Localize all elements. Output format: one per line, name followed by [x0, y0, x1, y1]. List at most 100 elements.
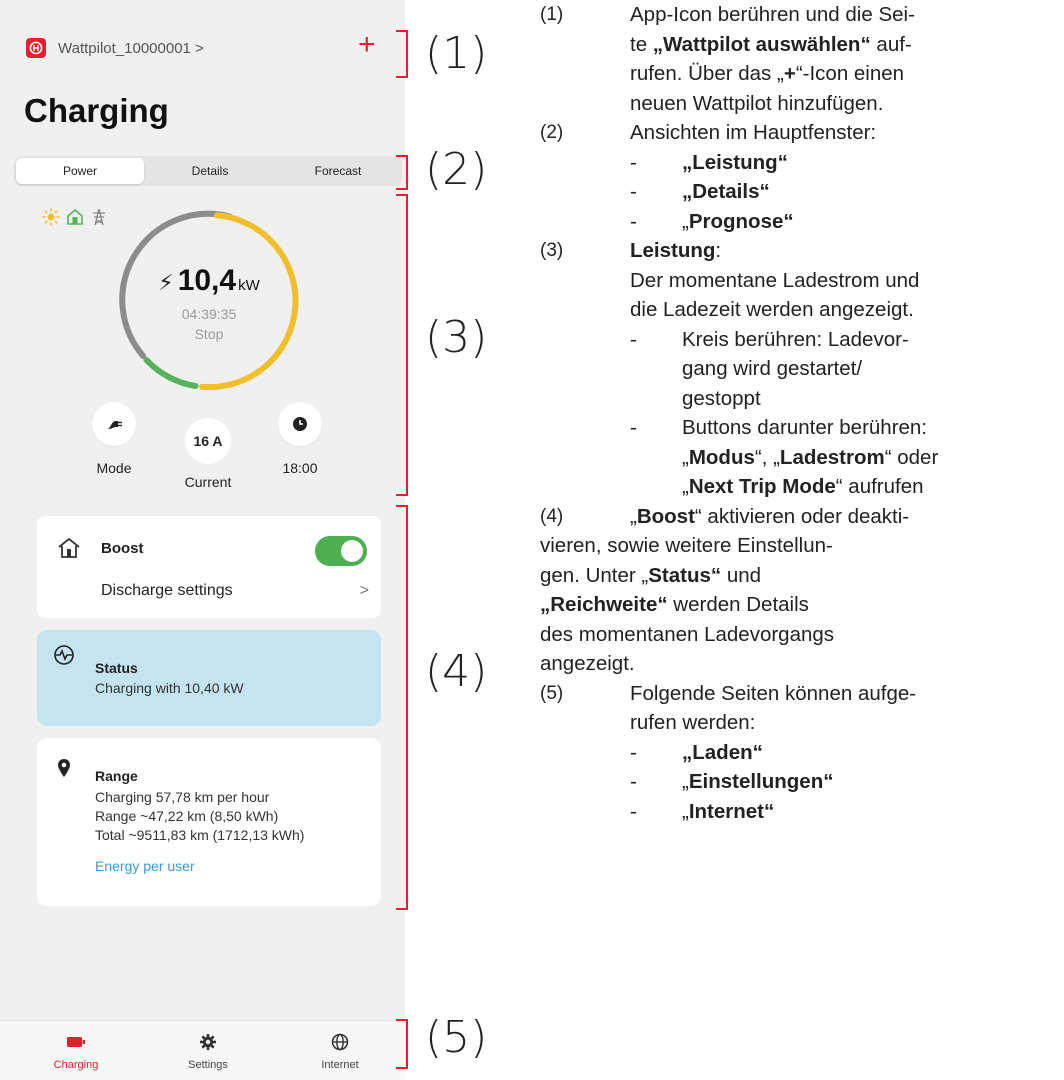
bracket-5	[396, 1019, 408, 1069]
mode-control[interactable]: Mode	[92, 402, 136, 476]
view-tabs: Power Details Forecast	[14, 156, 402, 186]
marker-1: (1)	[425, 28, 488, 79]
boost-title: Boost	[101, 540, 144, 557]
desc-text-2: Ansichten im Hauptfenster: - „Leistung“ -…	[630, 118, 1060, 236]
desc-4-continued: vieren, sowie weitere Einstellun- gen. U…	[540, 531, 1060, 679]
desc-4-boost: Boost	[636, 504, 695, 528]
next-trip-control[interactable]: 18:00	[278, 402, 322, 476]
bolt-icon: ⚡︎	[158, 270, 174, 295]
next-trip-label: 18:00	[282, 460, 318, 476]
globe-icon	[331, 1033, 349, 1051]
boost-home-icon	[58, 537, 80, 558]
clock-icon	[293, 417, 307, 431]
range-total: Total ~9511,83 km (1712,13 kWh)	[95, 827, 305, 843]
desc-4-line-e: des momentanen Ladevorgangs	[540, 622, 835, 646]
desc-4-line-b: vieren, sowie weitere Einstellun-	[540, 534, 833, 557]
nav-charging[interactable]: Charging	[36, 1031, 116, 1071]
power-value: 10,4	[177, 264, 237, 297]
desc-2-li2: „Details“	[682, 180, 770, 203]
desc-text-3: Leistung: Der momentane Ladestrom und	[630, 236, 1060, 295]
bullet: -	[630, 327, 637, 351]
discharge-settings-label: Discharge settings	[101, 582, 233, 599]
q: “ aufrufen	[835, 475, 924, 498]
desc-1-bold: „Wattpilot auswählen“	[652, 32, 871, 56]
tab-details[interactable]: Details	[146, 156, 274, 186]
mode-button[interactable]	[92, 402, 136, 446]
tab-power[interactable]: Power	[16, 158, 144, 184]
device-name[interactable]: Wattpilot_10000001 >	[58, 40, 204, 57]
bracket-2	[396, 155, 408, 190]
marker-3: (3)	[425, 312, 488, 363]
status-card: Status Charging with 10,40 kW	[37, 630, 381, 726]
power-unit: kW	[238, 277, 260, 294]
home-icon	[67, 208, 83, 225]
desc-3-modus: Modus	[688, 445, 755, 469]
stop-label[interactable]: Stop	[118, 326, 300, 342]
range-charging-rate: Charging 57,78 km per hour	[95, 789, 270, 805]
gauge-readout[interactable]: ⚡︎ 10,4 kW 04:39:35 Stop	[118, 264, 300, 342]
desc-1-line-c: rufen. Über das „	[630, 62, 784, 85]
current-button[interactable]: 16 A	[185, 418, 231, 464]
status-pulse-icon	[54, 645, 74, 665]
bullet: -	[630, 209, 637, 233]
phone-screen: Wattpilot_10000001 > + Charging Power De…	[0, 0, 405, 1080]
mode-label: Mode	[96, 460, 132, 476]
q: „	[682, 475, 689, 498]
desc-1-line-b-rest: auf-	[870, 32, 912, 56]
desc-item-2: (2) Ansichten im Hauptfenster: - „Leistun…	[540, 118, 1060, 236]
nav-internet[interactable]: Internet	[300, 1031, 380, 1071]
nav-internet-label: Internet	[321, 1059, 359, 1071]
energy-per-user-link[interactable]: Energy per user	[95, 858, 195, 874]
tab-forecast[interactable]: Forecast	[274, 156, 402, 186]
wattpilot-app-icon[interactable]	[26, 38, 46, 58]
next-trip-button[interactable]	[278, 402, 322, 446]
range-current: Range ~47,22 km (8,50 kWh)	[95, 808, 279, 824]
bullet: -	[630, 740, 637, 764]
battery-icon	[67, 1037, 85, 1047]
desc-3-line-a: Der momentane Ladestrom und	[630, 268, 920, 292]
desc-text-5: Folgende Seiten können aufge- rufen werd…	[630, 679, 1060, 827]
discharge-settings-row[interactable]: Discharge settings >	[101, 582, 369, 600]
desc-4-line-d: werden Details	[667, 593, 809, 616]
desc-5-li3: Internet“	[688, 799, 775, 823]
device-selector[interactable]: Wattpilot_10000001 >	[26, 38, 204, 58]
desc-2-line: Ansichten im Hauptfenster:	[630, 121, 877, 144]
status-text: Charging with 10,40 kW	[95, 680, 244, 696]
boost-toggle[interactable]	[315, 536, 367, 566]
bullet: -	[630, 799, 637, 823]
nav-charging-label: Charging	[53, 1059, 99, 1071]
page-title: Charging	[24, 92, 169, 129]
location-pin-icon	[58, 759, 70, 777]
gauge-arc-green	[143, 357, 199, 389]
desc-number-4: (4)	[540, 505, 564, 527]
desc-3-li2-a: Buttons darunter berühren:	[682, 416, 928, 439]
nav-settings[interactable]: Settings	[168, 1031, 248, 1071]
range-title: Range	[95, 768, 138, 784]
grid-pylon-icon	[93, 208, 105, 226]
q: „	[630, 504, 637, 528]
desc-number-3: (3)	[540, 240, 564, 261]
status-title: Status	[95, 660, 138, 676]
desc-item-1: (1) App-Icon berühren und die Sei- te „W…	[540, 0, 1060, 118]
desc-4-line-c: gen. Unter „	[540, 563, 649, 587]
description-column: (1) App-Icon berühren und die Sei- te „W…	[540, 0, 1060, 826]
desc-item-5: (5) Folgende Seiten können aufge- rufen …	[540, 679, 1060, 827]
plug-icon	[107, 421, 122, 429]
desc-5-li2: Einstellungen“	[688, 770, 834, 793]
energy-source-icons	[42, 208, 108, 226]
desc-3-line-b: die Ladezeit werden angezeigt.	[630, 298, 914, 321]
desc-2-li1: „Leistung“	[682, 150, 788, 174]
charging-time: 04:39:35	[181, 306, 237, 322]
desc-4-reichweite: Reichweite“	[550, 593, 668, 616]
marker-4: (4)	[425, 646, 488, 697]
current-control[interactable]: 16 A Current	[183, 418, 233, 490]
desc-1-line-b: te	[630, 32, 653, 56]
boost-card: Boost Discharge settings >	[37, 516, 381, 618]
desc-number-2: (2)	[540, 122, 564, 143]
desc-1-plus: +	[783, 62, 796, 85]
current-label: Current	[184, 474, 232, 490]
add-wattpilot-button[interactable]: +	[358, 30, 376, 60]
desc-1-line-c-rest: “-Icon einen	[795, 62, 905, 85]
range-card: Range Charging 57,78 km per hour Range ~…	[37, 738, 381, 906]
chevron-right-icon: >	[359, 582, 369, 599]
